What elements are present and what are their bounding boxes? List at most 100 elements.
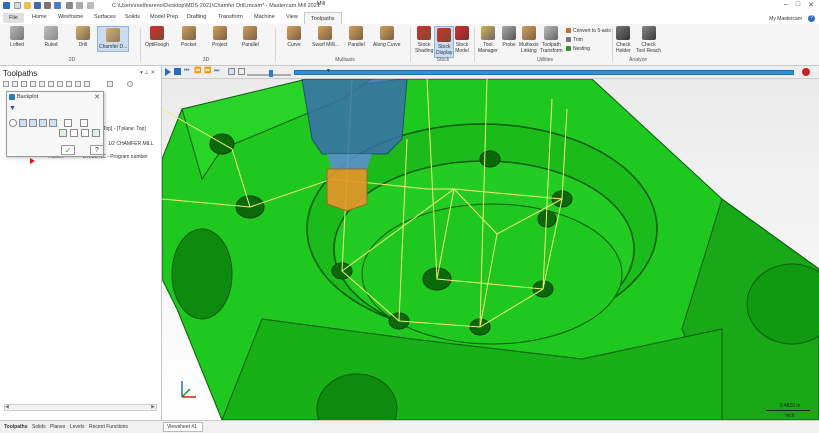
tree-row-plane[interactable]: Top] - [Tplane: Top] <box>103 126 146 132</box>
print-icon[interactable] <box>44 2 51 9</box>
tab-recent-functions[interactable]: Recent Functions <box>89 424 128 430</box>
save-as-icon[interactable] <box>54 2 61 9</box>
post-icon[interactable] <box>66 81 72 87</box>
tab-home[interactable]: Home <box>32 14 47 20</box>
zoom-fit-icon[interactable] <box>70 129 78 137</box>
chamfer-drill-button[interactable]: Chamfer D... <box>97 26 130 52</box>
user-account[interactable]: My Mastercam <box>769 16 802 22</box>
panel-window-controls[interactable]: ▾ ⊥ ✕ <box>140 70 155 76</box>
rewind-icon[interactable]: ⏮ <box>184 68 191 75</box>
new-file-icon[interactable] <box>14 2 21 9</box>
step-forward-icon[interactable]: ⏩ <box>204 68 211 75</box>
convert-to-5-axis-button[interactable]: Convert to 5-axis <box>566 28 611 34</box>
tab-solids[interactable]: Solids <box>125 14 140 20</box>
scroll-left-icon[interactable]: ◀ <box>5 404 9 410</box>
tab-machine[interactable]: Machine <box>254 14 275 20</box>
stock-display-button[interactable]: Stock Display <box>434 26 455 58</box>
undo-icon[interactable] <box>66 2 73 9</box>
stock-model-button[interactable]: Stock Model <box>455 26 469 54</box>
speed-slider-thumb[interactable] <box>269 70 273 77</box>
tab-toolpaths-manager[interactable]: Toolpaths <box>4 424 28 430</box>
save-icon[interactable] <box>34 2 41 9</box>
select-all-icon[interactable] <box>3 81 9 87</box>
regenerate-dirty-icon[interactable] <box>30 81 36 87</box>
help-icon[interactable]: ? <box>808 15 815 22</box>
curve-button[interactable]: Curve <box>287 26 301 48</box>
tab-transform[interactable]: Transform <box>218 14 243 20</box>
scroll-right-icon[interactable]: ▶ <box>151 404 155 410</box>
show-entity-icon[interactable] <box>64 119 72 127</box>
project-button[interactable]: Project <box>212 26 228 48</box>
show-rapid-icon[interactable] <box>49 119 57 127</box>
optirough-button[interactable]: OptiRough <box>145 26 169 48</box>
tab-file[interactable]: File <box>3 13 24 23</box>
collapse-icon[interactable]: ▼ <box>9 105 16 112</box>
tab-surfaces[interactable]: Surfaces <box>94 14 116 20</box>
step-back-icon[interactable]: ⏪ <box>194 68 201 75</box>
show-tool-icon[interactable] <box>29 119 37 127</box>
show-holder-icon[interactable] <box>39 119 47 127</box>
delete-icon[interactable] <box>84 81 90 87</box>
toolpath-transform-button[interactable]: Toolpath Transform <box>540 26 563 54</box>
cutter-comp-icon[interactable] <box>238 68 245 75</box>
ruled-button[interactable]: Ruled <box>44 26 58 48</box>
stop-icon[interactable] <box>174 68 181 75</box>
tab-view[interactable]: View <box>286 14 298 20</box>
verify-icon[interactable] <box>48 81 54 87</box>
parallel-multiaxis-button[interactable]: Parallel <box>348 26 365 48</box>
backplot-progress-bar[interactable]: ▼ <box>294 68 794 75</box>
viewsheet-tab[interactable]: Viewsheet #1 <box>163 422 203 432</box>
tab-toolpaths[interactable]: Toolpaths <box>304 12 342 24</box>
select-dirty-icon[interactable] <box>12 81 18 87</box>
regenerate-icon[interactable] <box>21 81 27 87</box>
save-geometry-icon[interactable] <box>92 129 100 137</box>
tab-model-prep[interactable]: Model Prep <box>150 14 178 20</box>
along-curve-button[interactable]: Along Curve <box>373 26 401 48</box>
close-icon[interactable]: ✕ <box>94 93 100 101</box>
help-toolpath-icon[interactable] <box>127 81 133 87</box>
drill-button[interactable]: Drill <box>76 26 90 48</box>
pocket-button[interactable]: Pocket <box>181 26 196 48</box>
high-feed-icon[interactable] <box>75 81 81 87</box>
ok-button[interactable]: ✓ <box>61 145 75 155</box>
nesting-button[interactable]: Nesting <box>566 46 590 52</box>
stop-red-icon[interactable] <box>802 68 810 76</box>
copy-icon[interactable] <box>81 129 89 137</box>
tool-info-icon[interactable] <box>19 119 27 127</box>
horizontal-scrollbar[interactable]: ◀ ▶ <box>4 404 157 411</box>
redo-icon[interactable] <box>76 2 83 9</box>
tab-planes-manager[interactable]: Planes <box>50 424 65 430</box>
close-window-button[interactable]: ✕ <box>805 1 817 9</box>
check-tool-reach-button[interactable]: Check Tool Reach <box>636 26 661 54</box>
progress-marker-icon[interactable]: ▼ <box>326 68 331 74</box>
tab-solids-manager[interactable]: Solids <box>32 424 46 430</box>
lofted-button[interactable]: Lofted <box>10 26 24 48</box>
check-icon[interactable] <box>59 129 67 137</box>
trim-button[interactable]: Trim <box>566 37 583 43</box>
exclamation-icon[interactable] <box>80 119 88 127</box>
graphics-viewport[interactable]: 0.4820 in Inch <box>162 79 819 420</box>
minimize-button[interactable]: – <box>780 1 792 8</box>
forward-end-icon[interactable]: ⏭ <box>214 68 221 75</box>
tab-drafting[interactable]: Drafting <box>187 14 206 20</box>
stock-shading-button[interactable]: Stock Shading <box>415 26 433 54</box>
display-mode-icon[interactable] <box>9 119 17 127</box>
check-holder-button[interactable]: Check Holder <box>616 26 631 54</box>
backplot-icon[interactable] <box>39 81 45 87</box>
tab-wireframe[interactable]: Wireframe <box>58 14 83 20</box>
tab-levels-manager[interactable]: Levels <box>70 424 84 430</box>
parallel-3d-button[interactable]: Parallel <box>242 26 259 48</box>
tool-manager-button[interactable]: Tool Manager <box>478 26 498 54</box>
trace-mode-icon[interactable] <box>228 68 235 75</box>
play-icon[interactable] <box>165 68 171 76</box>
maximize-button[interactable]: □ <box>792 1 804 8</box>
multiaxis-linking-button[interactable]: Multiaxis Linking <box>519 26 538 54</box>
lock-icon[interactable] <box>107 81 113 87</box>
swarf-milling-button[interactable]: Swarf Milli... <box>312 26 339 48</box>
probe-button[interactable]: Probe <box>502 26 516 48</box>
tree-row-operation[interactable]: 1/2 CHAMFER MILL <box>108 141 154 147</box>
open-file-icon[interactable] <box>24 2 31 9</box>
simulate-icon[interactable] <box>57 81 63 87</box>
help-button[interactable]: ? <box>90 145 104 155</box>
customize-icon[interactable] <box>87 2 94 9</box>
